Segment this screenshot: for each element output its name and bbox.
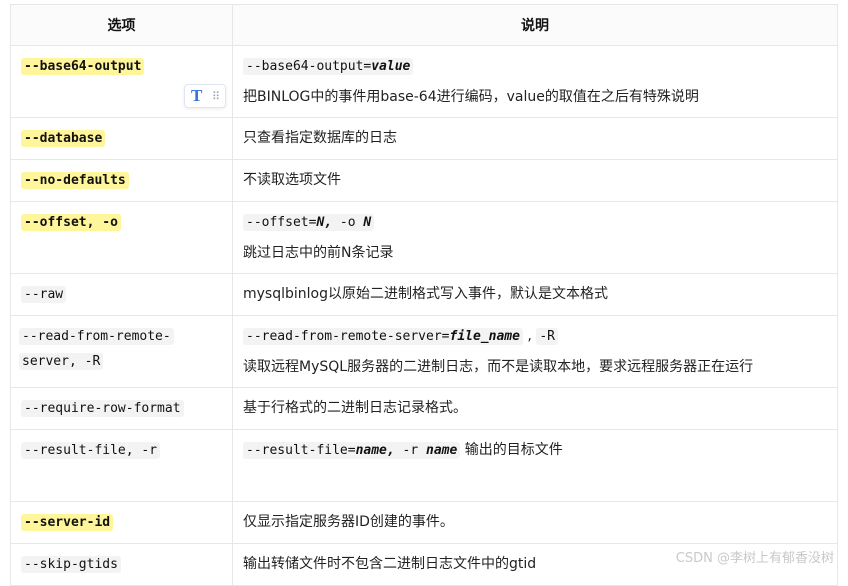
description-text: 不读取选项文件 [243, 172, 341, 188]
description-text: 只查看指定数据库的日志 [243, 130, 397, 146]
syntax-code: --base64-output=value [243, 58, 414, 75]
table-row: --raw mysqlbinlog以原始二进制格式写入事件，默认是文本格式 [10, 273, 838, 316]
description-text: 输出转储文件时不包含二进制日志文件中的gtid [243, 556, 537, 572]
syntax-code: --result-file=name, -r name [243, 442, 461, 459]
option-cell: --read-from-remote- server, -R [10, 315, 233, 388]
description-text: mysqlbinlog以原始二进制格式写入事件，默认是文本格式 [243, 286, 608, 302]
description-cell: 仅显示指定服务器ID创建的事件。 [232, 501, 838, 544]
table-row: --no-defaults 不读取选项文件 [10, 159, 838, 202]
table-row: --server-id 仅显示指定服务器ID创建的事件。 [10, 501, 838, 544]
text-format-icon[interactable]: T [191, 86, 202, 106]
option-code: --no-defaults [21, 172, 129, 189]
header-description: 说明 [232, 4, 838, 46]
description-text: 跳过日志中的前N条记录 [243, 245, 394, 261]
description-cell: --offset=N, -o N 跳过日志中的前N条记录 [232, 201, 838, 274]
syntax-code: --offset=N, -o N [243, 214, 375, 231]
option-cell: --raw [10, 273, 233, 316]
table-row: --offset, -o --offset=N, -o N 跳过日志中的前N条记… [10, 201, 838, 274]
table-row: --base64-output --base64-output=value 把B… [10, 45, 838, 118]
description-text: 输出的目标文件 [460, 442, 563, 458]
option-code: --offset, -o [21, 214, 121, 231]
option-code: --base64-output [21, 58, 145, 75]
table-row: --database 只查看指定数据库的日志 [10, 117, 838, 160]
option-cell: --skip-gtids [10, 543, 233, 586]
description-cell: 不读取选项文件 [232, 159, 838, 202]
syntax-code: --read-from-remote-server=file_name [243, 328, 523, 345]
description-cell: --result-file=name, -r name 输出的目标文件 [232, 429, 838, 502]
option-cell: --require-row-format [10, 387, 233, 430]
option-code: --result-file, -r [21, 442, 161, 459]
table-row: --read-from-remote- server, -R --read-fr… [10, 315, 838, 388]
description-cell: mysqlbinlog以原始二进制格式写入事件，默认是文本格式 [232, 273, 838, 316]
option-code: --require-row-format [21, 400, 184, 417]
option-cell: --database [10, 117, 233, 160]
block-toolbar: T ⠿ [184, 84, 226, 108]
description-text: 仅显示指定服务器ID创建的事件。 [243, 514, 454, 530]
description-cell: 只查看指定数据库的日志 [232, 117, 838, 160]
option-cell: --server-id [10, 501, 233, 544]
watermark: CSDN @李树上有郁香没树 [675, 551, 834, 566]
table-row: --result-file, -r --result-file=name, -r… [10, 429, 838, 502]
description-cell: 基于行格式的二进制日志记录格式。 [232, 387, 838, 430]
description-text: 基于行格式的二进制日志记录格式。 [243, 400, 467, 416]
option-code: --raw [21, 286, 67, 303]
table-row: --require-row-format 基于行格式的二进制日志记录格式。 [10, 387, 838, 430]
header-options: 选项 [10, 4, 233, 46]
option-cell: --offset, -o [10, 201, 233, 274]
option-code: --database [21, 130, 106, 147]
description-text: 读取远程MySQL服务器的二进制日志，而不是读取本地，要求远程服务器正在运行 [243, 359, 754, 375]
option-cell: --no-defaults [10, 159, 233, 202]
description-cell: --base64-output=value 把BINLOG中的事件用base-6… [232, 45, 838, 118]
option-code: --server-id [21, 514, 114, 531]
options-table: 选项 说明 --base64-output --base64-output=va… [10, 4, 838, 586]
description-cell: --read-from-remote-server=file_name , -R… [232, 315, 838, 388]
table-header-row: 选项 说明 [10, 4, 838, 46]
option-code: server, -R [19, 353, 104, 370]
description-text: 把BINLOG中的事件用base-64进行编码，value的取值在之后有特殊说明 [243, 89, 699, 105]
drag-handle-icon[interactable]: ⠿ [212, 90, 220, 103]
option-code: --skip-gtids [21, 556, 121, 573]
option-code: --read-from-remote- [19, 328, 174, 345]
option-cell: --result-file, -r [10, 429, 233, 502]
